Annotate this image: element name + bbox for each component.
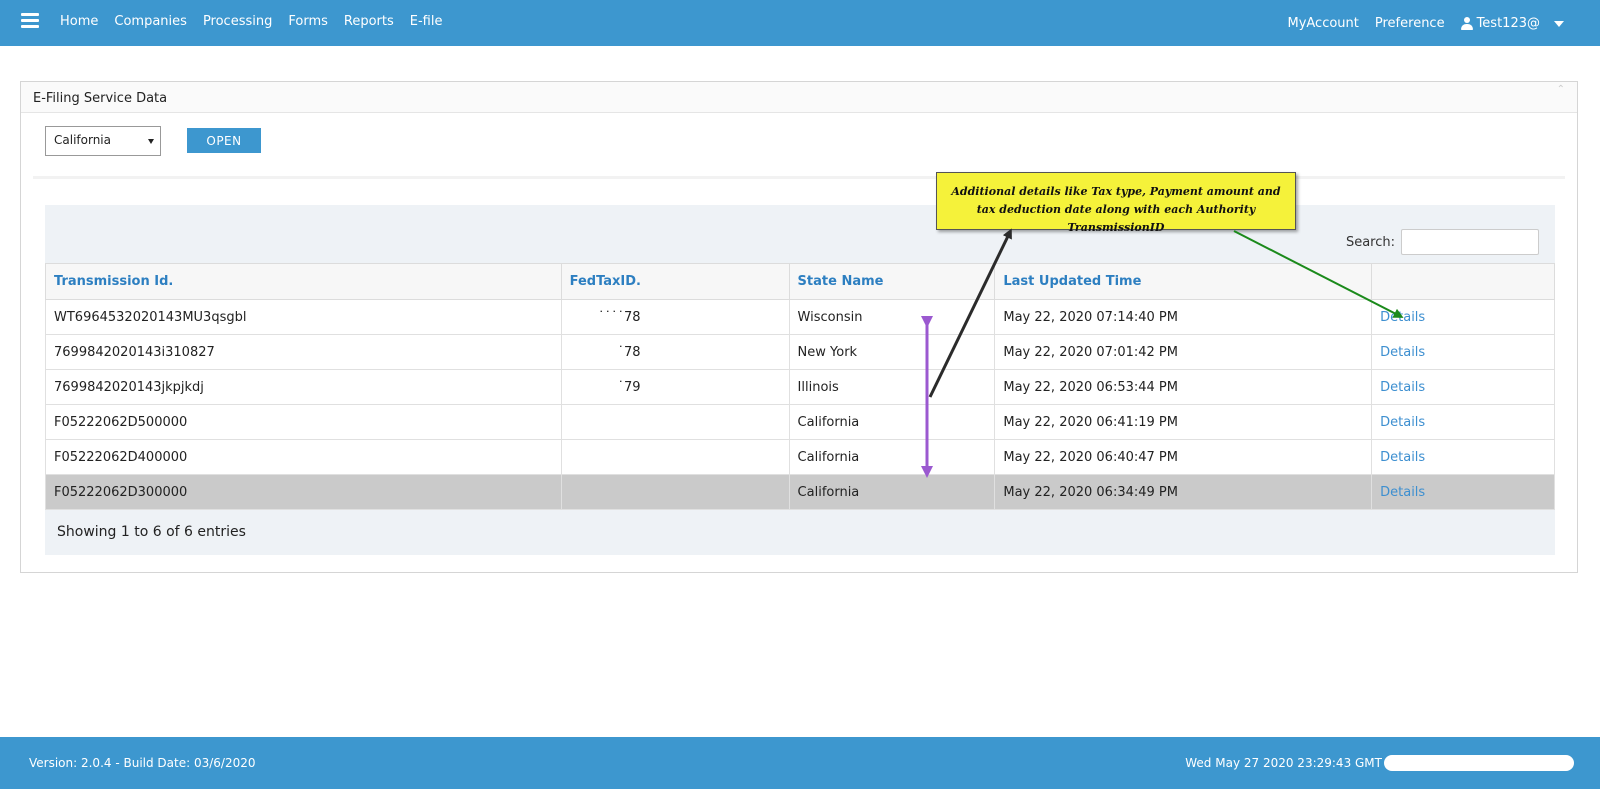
- open-button[interactable]: OPEN: [187, 128, 261, 153]
- col-fedtaxid[interactable]: FedTaxID.: [560, 263, 790, 300]
- details-link[interactable]: Details: [1380, 415, 1425, 430]
- search-bar: Search:: [1346, 229, 1539, 255]
- nav-forms[interactable]: Forms: [288, 14, 328, 29]
- user-menu[interactable]: Test123@: [1460, 16, 1564, 31]
- table-row[interactable]: F05222062D400000 California May 22, 2020…: [45, 439, 1555, 475]
- cell-updated-time: May 22, 2020 06:41:19 PM: [994, 404, 1373, 440]
- cell-transmission-id: WT6964532020143MU3qsgbl: [45, 299, 562, 335]
- search-label: Search:: [1345, 234, 1395, 250]
- cell-state: New York: [788, 334, 996, 370]
- col-last-updated[interactable]: Last Updated Time: [994, 263, 1373, 300]
- footer: Version: 2.0.4 - Build Date: 03/6/2020 W…: [0, 737, 1600, 789]
- table-header-row: Transmission Id. FedTaxID. State Name La…: [45, 263, 1555, 300]
- table-container: Search: Transmission Id. FedTaxID. State…: [45, 205, 1555, 555]
- cell-fedtaxid: ˙˙˙˙78: [560, 299, 790, 335]
- cell-fedtaxid: [560, 474, 790, 510]
- cell-details: Details: [1371, 334, 1555, 370]
- user-name: Test123@: [1476, 16, 1540, 31]
- state-select-value: California: [54, 133, 111, 147]
- nav-processing[interactable]: Processing: [203, 14, 272, 29]
- cell-transmission-id: 7699842020143jkpjkdj: [45, 369, 562, 405]
- preference-link[interactable]: Preference: [1375, 16, 1445, 31]
- cell-transmission-id: F05222062D400000: [45, 439, 562, 475]
- transmissions-table: Transmission Id. FedTaxID. State Name La…: [45, 263, 1555, 510]
- table-row-selected[interactable]: F05222062D300000 California May 22, 2020…: [45, 474, 1555, 510]
- cell-details: Details: [1371, 474, 1555, 510]
- cell-updated-time: May 22, 2020 06:53:44 PM: [994, 369, 1373, 405]
- cell-details: Details: [1371, 369, 1555, 405]
- details-link[interactable]: Details: [1380, 485, 1425, 500]
- col-state-name[interactable]: State Name: [788, 263, 996, 300]
- details-link[interactable]: Details: [1380, 345, 1425, 360]
- entries-info: Showing 1 to 6 of 6 entries: [57, 524, 246, 540]
- cell-fedtaxid: ˙79: [560, 369, 790, 405]
- table-row[interactable]: 7699842020143i310827 ˙78 New York May 22…: [45, 334, 1555, 370]
- table-row[interactable]: WT6964532020143MU3qsgbl ˙˙˙˙78 Wisconsin…: [45, 299, 1555, 335]
- details-link[interactable]: Details: [1380, 310, 1425, 325]
- footer-datetime: Wed May 27 2020 23:29:43 GMT: [1185, 756, 1382, 770]
- dropdown-arrow-icon: [148, 139, 154, 144]
- cell-fedtaxid: ˙78: [560, 334, 790, 370]
- panel-title: E-Filing Service Data: [21, 82, 1577, 113]
- chevron-down-icon: [1554, 20, 1564, 27]
- efiling-panel: E-Filing Service Data ⌃ California OPEN …: [20, 81, 1578, 573]
- col-actions: [1371, 263, 1555, 300]
- cell-state: Wisconsin: [788, 299, 996, 335]
- version-info: Version: 2.0.4 - Build Date: 03/6/2020: [29, 756, 256, 770]
- redaction-mark: [1384, 755, 1574, 771]
- main-nav: Home Companies Processing Forms Reports …: [60, 14, 442, 29]
- col-transmission-id[interactable]: Transmission Id.: [45, 263, 562, 300]
- cell-state: California: [788, 474, 996, 510]
- table-row[interactable]: F05222062D500000 California May 22, 2020…: [45, 404, 1555, 440]
- cell-transmission-id: 7699842020143i310827: [45, 334, 562, 370]
- cell-state: California: [788, 439, 996, 475]
- top-navbar: Home Companies Processing Forms Reports …: [0, 0, 1600, 46]
- cell-details: Details: [1371, 299, 1555, 335]
- table-row[interactable]: 7699842020143jkpjkdj ˙79 Illinois May 22…: [45, 369, 1555, 405]
- cell-transmission-id: F05222062D300000: [45, 474, 562, 510]
- details-link[interactable]: Details: [1380, 380, 1425, 395]
- search-input[interactable]: [1401, 229, 1539, 255]
- collapse-icon[interactable]: ⌃: [1557, 84, 1565, 95]
- my-account-link[interactable]: MyAccount: [1287, 16, 1358, 31]
- account-nav: MyAccount Preference Test123@: [1287, 16, 1564, 31]
- nav-home[interactable]: Home: [60, 14, 98, 29]
- nav-companies[interactable]: Companies: [114, 14, 187, 29]
- divider: [33, 176, 1565, 179]
- nav-efile[interactable]: E-file: [410, 14, 443, 29]
- state-select[interactable]: California: [45, 126, 161, 156]
- annotation-callout: Additional details like Tax type, Paymen…: [936, 172, 1296, 234]
- cell-state: California: [788, 404, 996, 440]
- cell-updated-time: May 22, 2020 07:01:42 PM: [994, 334, 1373, 370]
- details-link[interactable]: Details: [1380, 450, 1425, 465]
- nav-reports[interactable]: Reports: [344, 14, 394, 29]
- cell-updated-time: May 22, 2020 06:34:49 PM: [994, 474, 1373, 510]
- cell-details: Details: [1371, 439, 1555, 475]
- cell-fedtaxid: [560, 404, 790, 440]
- user-icon: [1460, 17, 1473, 30]
- menu-icon[interactable]: [21, 13, 39, 29]
- cell-updated-time: May 22, 2020 07:14:40 PM: [994, 299, 1373, 335]
- cell-fedtaxid: [560, 439, 790, 475]
- cell-updated-time: May 22, 2020 06:40:47 PM: [994, 439, 1373, 475]
- cell-state: Illinois: [788, 369, 996, 405]
- cell-details: Details: [1371, 404, 1555, 440]
- cell-transmission-id: F05222062D500000: [45, 404, 562, 440]
